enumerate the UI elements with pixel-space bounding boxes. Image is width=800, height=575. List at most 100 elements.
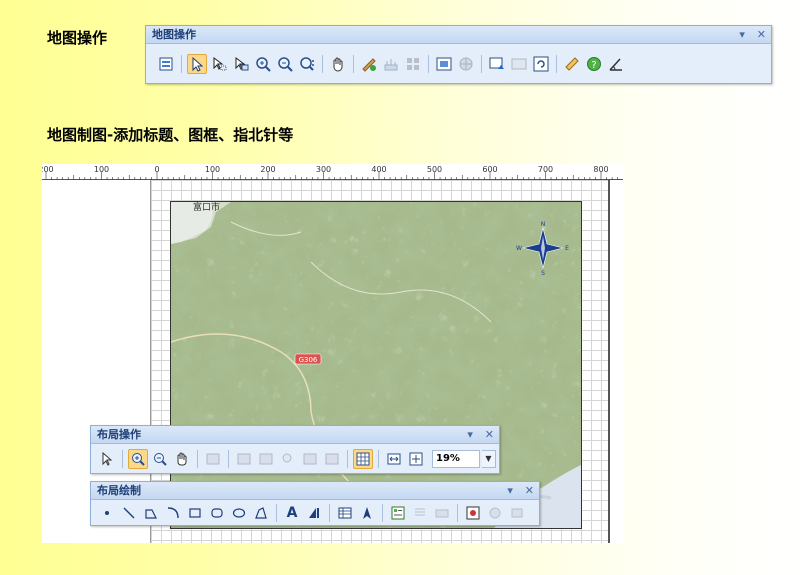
separator: [181, 55, 182, 73]
close-icon[interactable]: ✕: [525, 484, 534, 497]
chevron-down-icon[interactable]: ▼: [482, 450, 496, 468]
pan-select-icon[interactable]: [231, 54, 251, 74]
heading-map-ops: 地图操作: [47, 29, 108, 47]
refresh-icon[interactable]: [531, 54, 551, 74]
separator: [457, 504, 458, 522]
zoom-select-icon[interactable]: [209, 54, 229, 74]
map-frame-icon[interactable]: [432, 503, 452, 523]
heading-layout: 地图制图-添加标题、图框、指北针等: [47, 126, 294, 144]
place-label: 富口市: [193, 202, 220, 213]
close-icon[interactable]: ✕: [757, 28, 766, 41]
ruler-label: 300: [316, 165, 331, 174]
fixed-zoom-icon[interactable]: [203, 449, 223, 469]
select-arrow-icon[interactable]: [187, 54, 207, 74]
ruler-label: 100: [205, 165, 220, 174]
ruler-label: 400: [371, 165, 386, 174]
terrain-map: G306 富口市 N S E W: [171, 202, 581, 528]
separator: [556, 55, 557, 73]
separator: [353, 55, 354, 73]
globe-icon[interactable]: [456, 54, 476, 74]
polyline-icon[interactable]: [141, 503, 161, 523]
layout-ops-title-text: 布局操作: [97, 428, 141, 441]
fit-width-icon[interactable]: [384, 449, 404, 469]
horizontal-ruler: 200 100 0 100 200 300 400 500 600 700 800: [38, 164, 623, 180]
polygon-icon[interactable]: [251, 503, 271, 523]
separator: [347, 450, 348, 468]
curve-icon[interactable]: [163, 503, 183, 523]
zoom-width-icon[interactable]: [234, 449, 254, 469]
ruler-label: 500: [427, 165, 442, 174]
add-layer-icon[interactable]: [359, 54, 379, 74]
ruler-label: 100: [94, 165, 109, 174]
pan-page-icon[interactable]: [172, 449, 192, 469]
dropdown-icon[interactable]: ▾: [467, 428, 473, 441]
zoom-previous-icon[interactable]: [278, 449, 298, 469]
ruler-label: 800: [593, 165, 608, 174]
layout-draw-title-text: 布局绘制: [97, 484, 141, 497]
remove-icon[interactable]: [485, 503, 505, 523]
zoom-input[interactable]: 19%: [432, 450, 480, 468]
map-ops-toolbar: 地图操作 ▾ ✕ ?: [145, 25, 772, 84]
rounded-rect-icon[interactable]: [207, 503, 227, 523]
map-ops-toolbar-title: 地图操作 ▾ ✕: [146, 26, 771, 44]
zoom-in-page-icon[interactable]: [128, 449, 148, 469]
select-icon[interactable]: [97, 449, 117, 469]
view-icon[interactable]: [509, 54, 529, 74]
ruler-label: 700: [538, 165, 553, 174]
map-frame[interactable]: G306 富口市 N S E W: [170, 201, 582, 529]
ruler-icon[interactable]: [562, 54, 582, 74]
point-icon[interactable]: [97, 503, 117, 523]
fit-page-icon[interactable]: [322, 449, 342, 469]
separator: [197, 450, 198, 468]
separator: [428, 55, 429, 73]
image-icon[interactable]: [463, 503, 483, 523]
map-ops-title-text: 地图操作: [152, 28, 196, 41]
dropdown-icon[interactable]: ▾: [739, 28, 745, 41]
legend-icon[interactable]: [388, 503, 408, 523]
zoom-out-icon[interactable]: [275, 54, 295, 74]
svg-text:N: N: [541, 221, 546, 228]
zoom-in-icon[interactable]: [253, 54, 273, 74]
ruler-label: 600: [482, 165, 497, 174]
separator: [122, 450, 123, 468]
pan-hand-icon[interactable]: [328, 54, 348, 74]
north-arrow-icon[interactable]: [357, 503, 377, 523]
svg-text:G306: G306: [299, 356, 318, 364]
separator: [276, 504, 277, 522]
grid-icon[interactable]: [353, 449, 373, 469]
actual-size-icon[interactable]: [406, 449, 426, 469]
map-layers-icon[interactable]: [156, 54, 176, 74]
layout-ops-toolbar-title: 布局操作 ▾ ✕: [91, 426, 499, 444]
fill-text-icon[interactable]: [304, 503, 324, 523]
svg-text:?: ?: [591, 60, 596, 71]
separator: [329, 504, 330, 522]
zoom-next-icon[interactable]: [300, 449, 320, 469]
zoom-page-icon[interactable]: [256, 449, 276, 469]
close-icon[interactable]: ✕: [485, 428, 494, 441]
scale-bar-icon[interactable]: [410, 503, 430, 523]
identify-icon[interactable]: [403, 54, 423, 74]
layout-ops-toolbar: 布局操作 ▾ ✕ 19% ▼: [90, 425, 500, 474]
text-icon[interactable]: A: [282, 503, 302, 523]
ruler-label: 0: [154, 165, 159, 174]
svg-text:S: S: [541, 270, 545, 277]
ellipse-icon[interactable]: [229, 503, 249, 523]
zoom-free-icon[interactable]: [297, 54, 317, 74]
angle-icon[interactable]: [606, 54, 626, 74]
layout-draw-toolbar: 布局绘制 ▾ ✕ A: [90, 481, 540, 526]
table-icon[interactable]: [335, 503, 355, 523]
line-icon[interactable]: [119, 503, 139, 523]
separator: [481, 55, 482, 73]
separator: [382, 504, 383, 522]
export-icon[interactable]: [507, 503, 527, 523]
zoom-out-page-icon[interactable]: [150, 449, 170, 469]
help-icon[interactable]: ?: [584, 54, 604, 74]
measure-icon[interactable]: [381, 54, 401, 74]
ruler-label: 200: [260, 165, 275, 174]
layout-draw-toolbar-title: 布局绘制 ▾ ✕: [91, 482, 539, 500]
rectangle-icon[interactable]: [185, 503, 205, 523]
full-extent-icon[interactable]: [434, 54, 454, 74]
export-map-icon[interactable]: [487, 54, 507, 74]
dropdown-icon[interactable]: ▾: [507, 484, 513, 497]
ruler-ticks: 200 100 0 100 200 300 400 500 600 700 800: [38, 165, 618, 180]
